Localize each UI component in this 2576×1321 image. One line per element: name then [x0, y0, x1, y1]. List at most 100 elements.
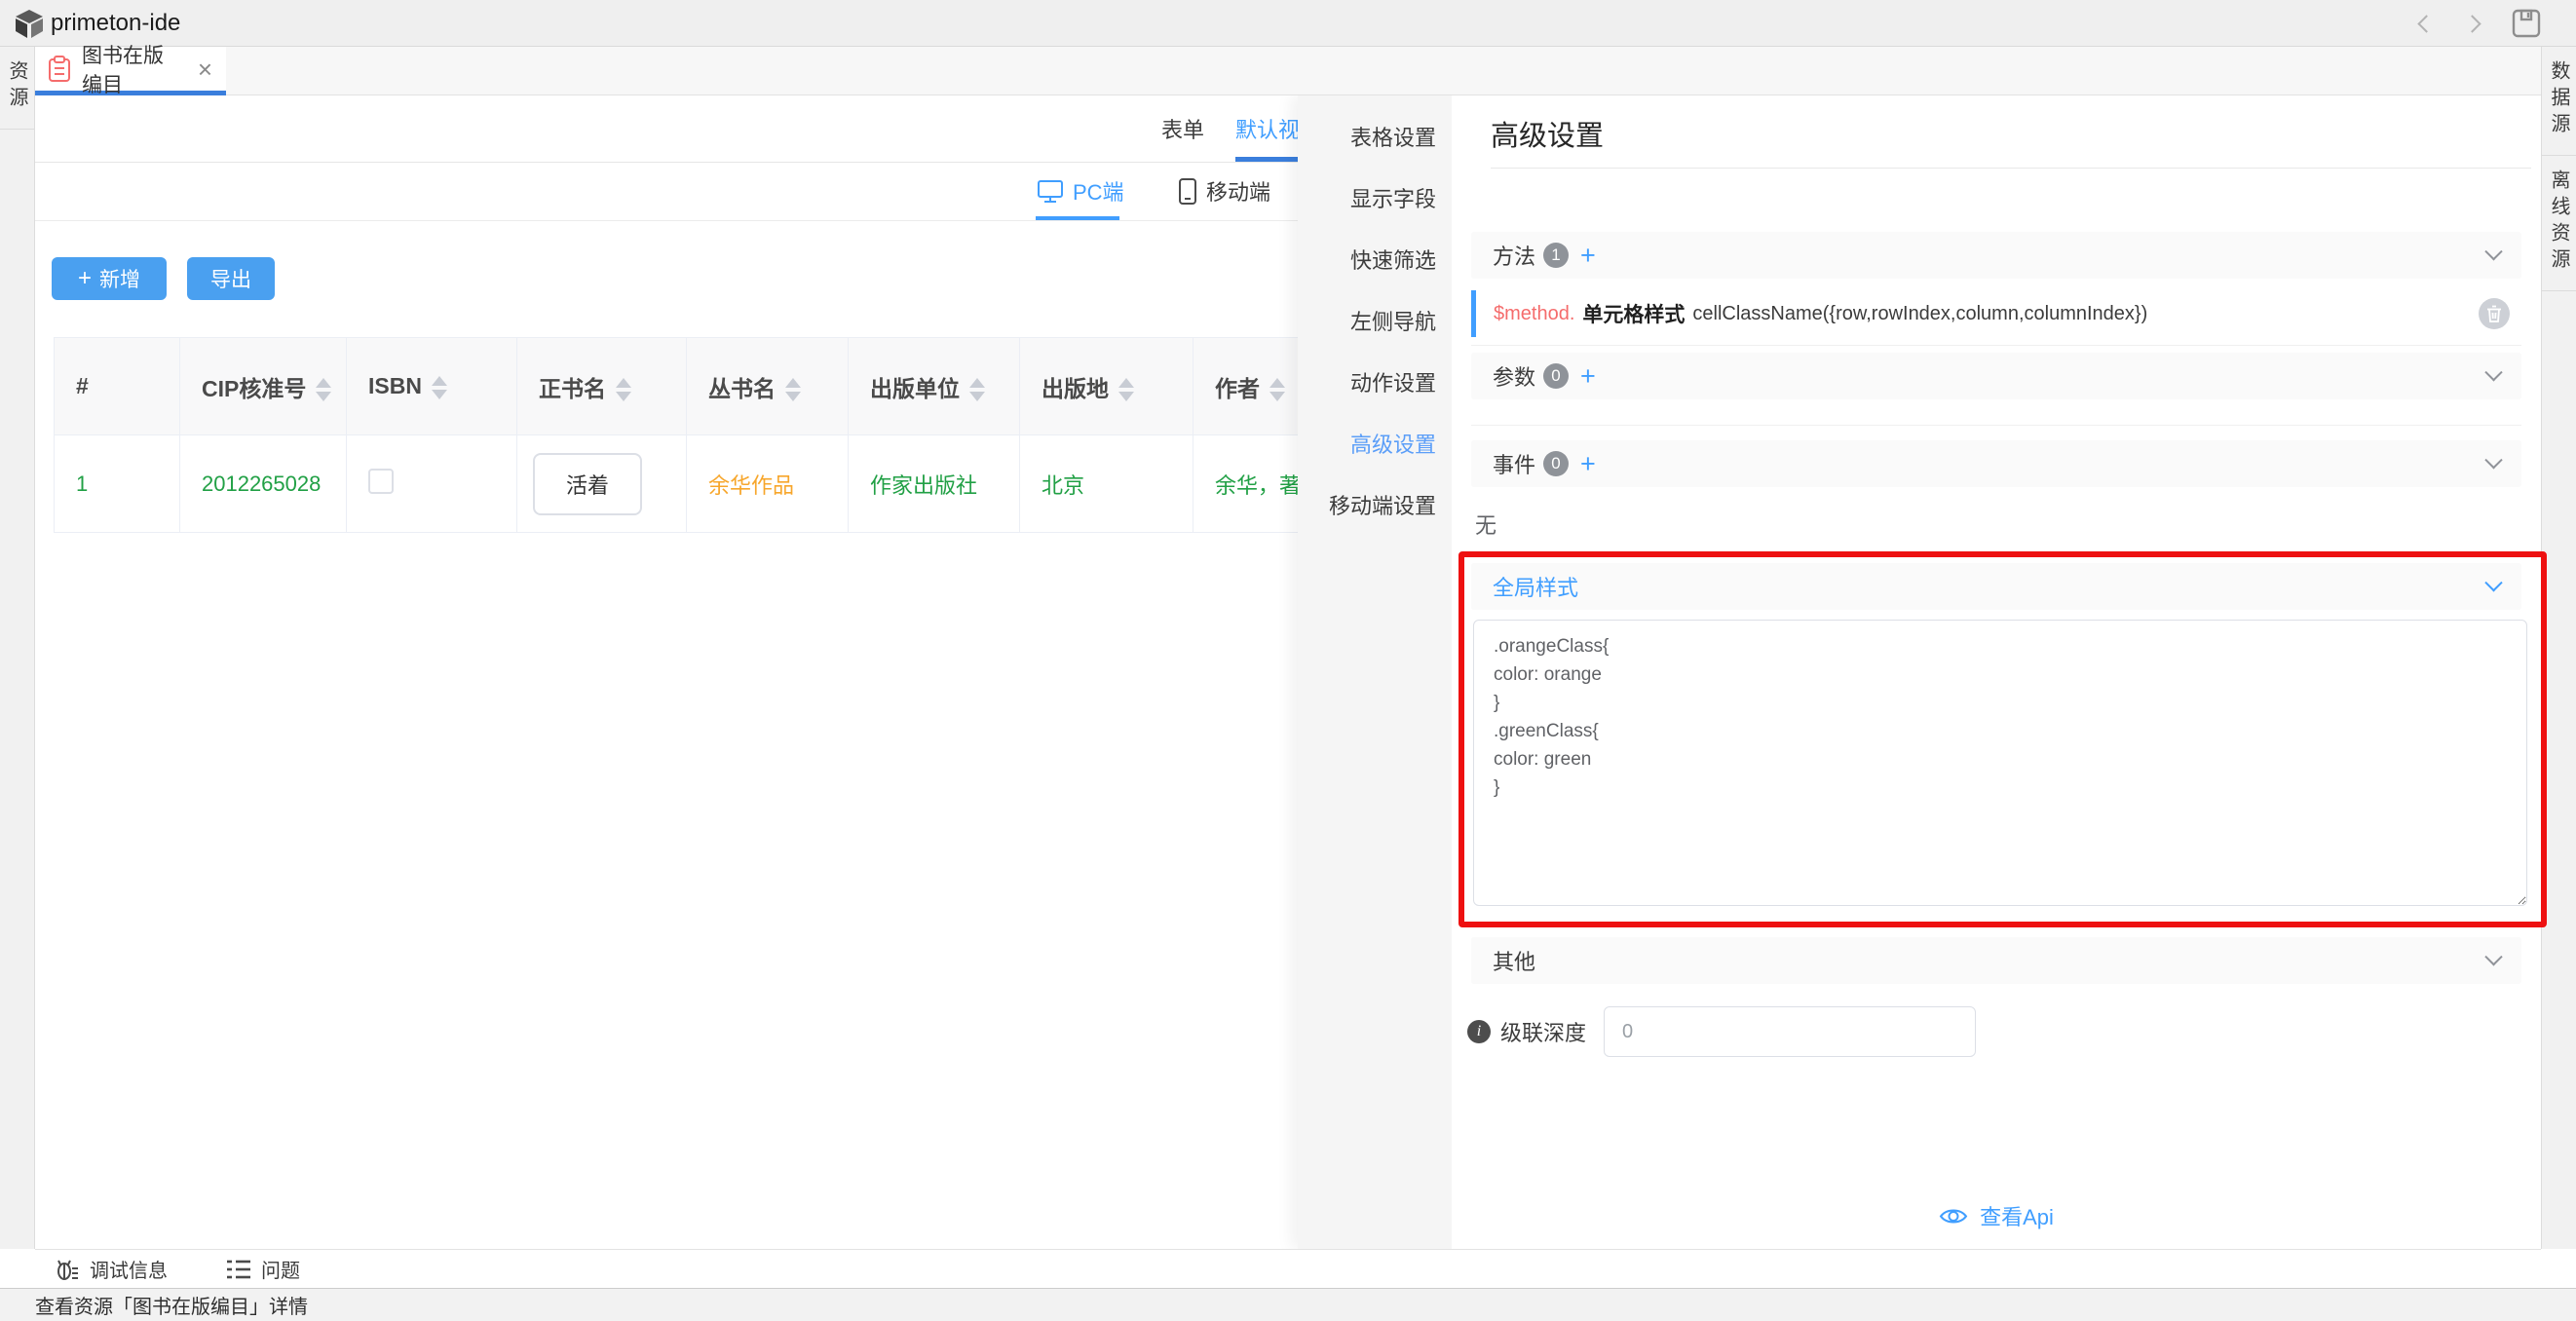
add-button[interactable]: + 新增: [52, 257, 167, 300]
global-style-code-input[interactable]: .orangeClass{ color: orange } .greenClas…: [1473, 620, 2527, 906]
section-events-label: 事件: [1493, 448, 1535, 479]
right-rail: 数据源 离线资源: [2541, 47, 2576, 1249]
monitor-icon: [1038, 179, 1063, 204]
chevron-down-icon[interactable]: [2484, 451, 2502, 469]
export-button[interactable]: 导出: [187, 257, 275, 300]
menu-item-left-nav[interactable]: 左侧导航: [1298, 289, 1452, 351]
cascade-depth-row: i 级联深度: [1467, 1005, 1976, 1058]
status-text: 查看资源「图书在版编目」详情: [35, 1291, 308, 1319]
rail-item-datasource[interactable]: 数据源: [2542, 47, 2576, 156]
section-methods[interactable]: 方法 1 +: [1471, 232, 2521, 279]
menu-item-mobile-settings[interactable]: 移动端设置: [1298, 473, 1452, 535]
section-other-label: 其他: [1493, 945, 1535, 976]
divider: [1491, 168, 2531, 169]
settings-menu: 表格设置 显示字段 快速筛选 左侧导航 动作设置 高级设置 移动端设置: [1298, 95, 1452, 1249]
cascade-depth-input[interactable]: [1604, 1006, 1976, 1057]
close-icon[interactable]: ×: [198, 59, 212, 79]
sort-icon[interactable]: [316, 378, 331, 401]
panel-title: 高级设置: [1491, 113, 1604, 154]
col-header-isbn[interactable]: ISBN: [347, 338, 517, 435]
divider: [1471, 345, 2521, 346]
cell-cip: 2012265028: [180, 435, 347, 533]
table-row[interactable]: 1 2012265028 活着 余华作品 作家出版社 北京 余华，著: [55, 435, 1388, 533]
method-signature: cellClassName({row,rowIndex,column,colum…: [1692, 303, 2147, 325]
cell-isbn: [347, 435, 517, 533]
sort-icon[interactable]: [969, 378, 985, 401]
method-name: 单元格样式: [1582, 299, 1685, 328]
section-params[interactable]: 参数 0 +: [1471, 353, 2521, 399]
add-button-label: 新增: [99, 264, 140, 293]
document-icon: [49, 56, 70, 82]
bug-icon: [55, 1257, 80, 1282]
col-header-series[interactable]: 丛书名: [687, 338, 849, 435]
sort-icon[interactable]: [1269, 378, 1285, 401]
method-prefix: $method.: [1494, 303, 1574, 325]
col-header-title[interactable]: 正书名: [517, 338, 687, 435]
menu-item-advanced-settings[interactable]: 高级设置: [1298, 412, 1452, 473]
tab-pc[interactable]: PC端: [1038, 175, 1124, 207]
add-method-icon[interactable]: +: [1580, 241, 1596, 271]
rail-label: 离线资源: [2545, 170, 2573, 275]
cell-index: 1: [55, 435, 180, 533]
menu-item-display-fields[interactable]: 显示字段: [1298, 167, 1452, 228]
col-header-publisher[interactable]: 出版单位: [849, 338, 1020, 435]
table-header-row: # CIP核准号 ISBN 正书名 丛书名 出版单位 出版地 作者: [55, 338, 1388, 435]
issues-button[interactable]: 问题: [226, 1255, 300, 1283]
sort-icon[interactable]: [1118, 378, 1134, 401]
chevron-down-icon[interactable]: [2484, 948, 2502, 965]
view-api-label: 查看Api: [1980, 1200, 2054, 1231]
sort-icon[interactable]: [785, 378, 801, 401]
col-header-cip[interactable]: CIP核准号: [180, 338, 347, 435]
tab-mobile[interactable]: 移动端: [1179, 175, 1270, 207]
col-header-place[interactable]: 出版地: [1020, 338, 1193, 435]
left-rail: 资源: [0, 47, 35, 1249]
menu-item-action-settings[interactable]: 动作设置: [1298, 351, 1452, 412]
back-icon[interactable]: [2417, 15, 2435, 32]
settings-content: 高级设置 方法 1 + $method. 单元格样式 cellClassName…: [1452, 95, 2541, 1249]
rail-label: 资源: [3, 60, 31, 113]
save-icon[interactable]: [2512, 9, 2541, 38]
isbn-checkbox[interactable]: [368, 469, 394, 494]
section-global-style[interactable]: 全局样式: [1471, 563, 2521, 610]
title-value-box[interactable]: 活着: [533, 453, 642, 515]
plus-icon: +: [78, 269, 92, 288]
tab-form[interactable]: 表单: [1161, 113, 1204, 144]
view-api-link[interactable]: 查看Api: [1452, 1200, 2541, 1231]
rail-item-offline-resources[interactable]: 离线资源: [2542, 156, 2576, 291]
add-param-icon[interactable]: +: [1580, 361, 1596, 392]
section-global-style-label: 全局样式: [1493, 571, 1578, 602]
export-button-label: 导出: [210, 264, 251, 293]
rail-label: 数据源: [2545, 60, 2573, 139]
cell-series: 余华作品: [687, 435, 849, 533]
methods-count-badge: 1: [1543, 243, 1569, 268]
cell-title: 活着: [517, 435, 687, 533]
eye-icon: [1939, 1206, 1968, 1227]
chevron-down-icon[interactable]: [2484, 243, 2502, 260]
trash-icon: [2486, 305, 2502, 322]
cell-place: 北京: [1020, 435, 1193, 533]
method-item[interactable]: $method. 单元格样式 cellClassName({row,rowInd…: [1471, 290, 2521, 337]
sort-icon[interactable]: [432, 376, 447, 399]
editor-tab-book-cip[interactable]: 图书在版编目 ×: [35, 47, 226, 95]
issues-label: 问题: [261, 1255, 300, 1283]
chevron-down-icon[interactable]: [2484, 574, 2502, 591]
section-methods-label: 方法: [1493, 240, 1535, 271]
section-other[interactable]: 其他: [1471, 937, 2521, 984]
rail-item-resources[interactable]: 资源: [0, 47, 34, 130]
debug-info-button[interactable]: 调试信息: [55, 1255, 168, 1283]
delete-method-button[interactable]: [2479, 298, 2510, 329]
settings-panel: 表格设置 显示字段 快速筛选 左侧导航 动作设置 高级设置 移动端设置 高级设置…: [1298, 95, 2541, 1249]
divider: [1471, 425, 2521, 426]
menu-item-quick-filter[interactable]: 快速筛选: [1298, 228, 1452, 289]
chevron-down-icon[interactable]: [2484, 363, 2502, 381]
add-event-icon[interactable]: +: [1580, 449, 1596, 479]
menu-item-table-settings[interactable]: 表格设置: [1298, 105, 1452, 167]
section-events[interactable]: 事件 0 +: [1471, 440, 2521, 487]
forward-icon[interactable]: [2463, 15, 2481, 32]
debug-info-label: 调试信息: [90, 1255, 168, 1283]
status-bar: 查看资源「图书在版编目」详情: [0, 1288, 2576, 1321]
window-titlebar: primeton-ide: [0, 0, 2576, 47]
cascade-depth-label: 级联深度: [1500, 1016, 1586, 1047]
sort-icon[interactable]: [616, 378, 631, 401]
editor-tab-label: 图书在版编目: [82, 40, 182, 98]
